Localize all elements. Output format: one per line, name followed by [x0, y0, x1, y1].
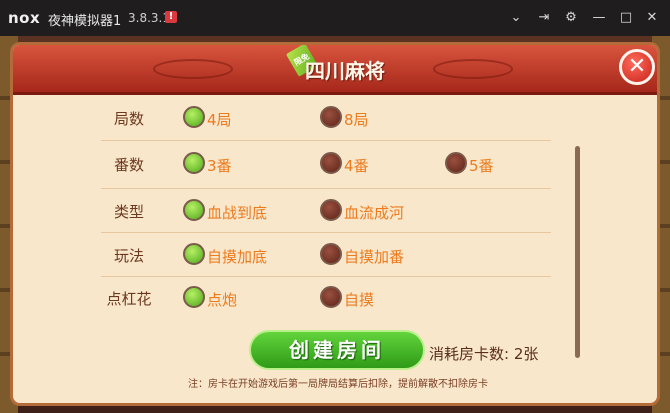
option-row-rounds: 局数 4局 8局 [13, 98, 573, 138]
option-label: 4番 [344, 157, 369, 175]
radio-unselected-icon[interactable] [320, 106, 342, 128]
row-label: 局数 [113, 110, 144, 128]
minimize-icon[interactable]: — [590, 9, 608, 27]
create-room-dialog: 限免 四川麻将 ✕ 局数 4局 8局 番数 3番 4番 5番 类型 血战到底 血… [10, 42, 660, 406]
app-title: 夜神模拟器1 [48, 14, 122, 29]
emulator-titlebar: nox 夜神模拟器1 3.8.3.1 ! ⌄ ⇥ ⚙ — □ ✕ [0, 0, 670, 36]
pin-icon[interactable]: ⇥ [535, 9, 553, 27]
radio-selected-icon[interactable] [183, 106, 205, 128]
row-label: 番数 [113, 156, 144, 174]
option-row-dianganghua: 点杠花 点炮 自摸 [13, 278, 573, 318]
row-label: 类型 [113, 203, 144, 221]
radio-unselected-icon[interactable] [320, 286, 342, 308]
room-card-note: 注：房卡在开始游戏后第一局牌局结算后扣除，提前解散不扣除房卡 [188, 379, 488, 390]
divider [101, 140, 551, 141]
option-label: 8局 [344, 111, 369, 129]
radio-unselected-icon[interactable] [320, 152, 342, 174]
cloud-ornament-right [433, 59, 513, 79]
row-label: 玩法 [113, 247, 144, 265]
radio-selected-icon[interactable] [183, 243, 205, 265]
cloud-ornament-left [153, 59, 233, 79]
dialog-header: 限免 四川麻将 ✕ [13, 45, 657, 95]
option-row-type: 类型 血战到底 血流成河 [13, 191, 573, 231]
option-label: 血流成河 [344, 204, 405, 222]
option-label: 3番 [207, 157, 232, 175]
radio-selected-icon[interactable] [183, 286, 205, 308]
gear-icon[interactable]: ⚙ [562, 9, 580, 27]
option-label: 自摸加底 [207, 248, 268, 266]
option-row-play: 玩法 自摸加底 自摸加番 [13, 235, 573, 275]
radio-selected-icon[interactable] [183, 152, 205, 174]
row-label: 点杠花 [106, 290, 152, 308]
warning-icon[interactable]: ! [165, 11, 177, 23]
radio-unselected-icon[interactable] [320, 199, 342, 221]
room-card-cost: 消耗房卡数: 2张 [429, 345, 539, 363]
app-version: 3.8.3.1 [128, 11, 170, 25]
divider [101, 232, 551, 233]
radio-unselected-icon[interactable] [320, 243, 342, 265]
option-label: 自摸加番 [344, 248, 405, 266]
divider [101, 188, 551, 189]
option-label: 4局 [207, 111, 232, 129]
dialog-title: 四川麻将 [305, 59, 385, 83]
close-button[interactable]: ✕ [619, 49, 655, 85]
create-room-button[interactable]: 创建房间 [249, 330, 425, 370]
nox-logo: nox [8, 9, 41, 27]
option-label: 自摸 [344, 291, 375, 309]
radio-unselected-icon[interactable] [445, 152, 467, 174]
option-label: 点炮 [207, 291, 238, 309]
option-row-fan: 番数 3番 4番 5番 [13, 144, 573, 184]
maximize-icon[interactable]: □ [617, 9, 635, 27]
option-label: 血战到底 [207, 204, 268, 222]
option-label: 5番 [469, 157, 494, 175]
close-icon[interactable]: ✕ [643, 9, 661, 27]
radio-selected-icon[interactable] [183, 199, 205, 221]
divider [101, 276, 551, 277]
chevron-down-icon[interactable]: ⌄ [507, 9, 525, 27]
options-scrollbar[interactable] [575, 146, 580, 358]
